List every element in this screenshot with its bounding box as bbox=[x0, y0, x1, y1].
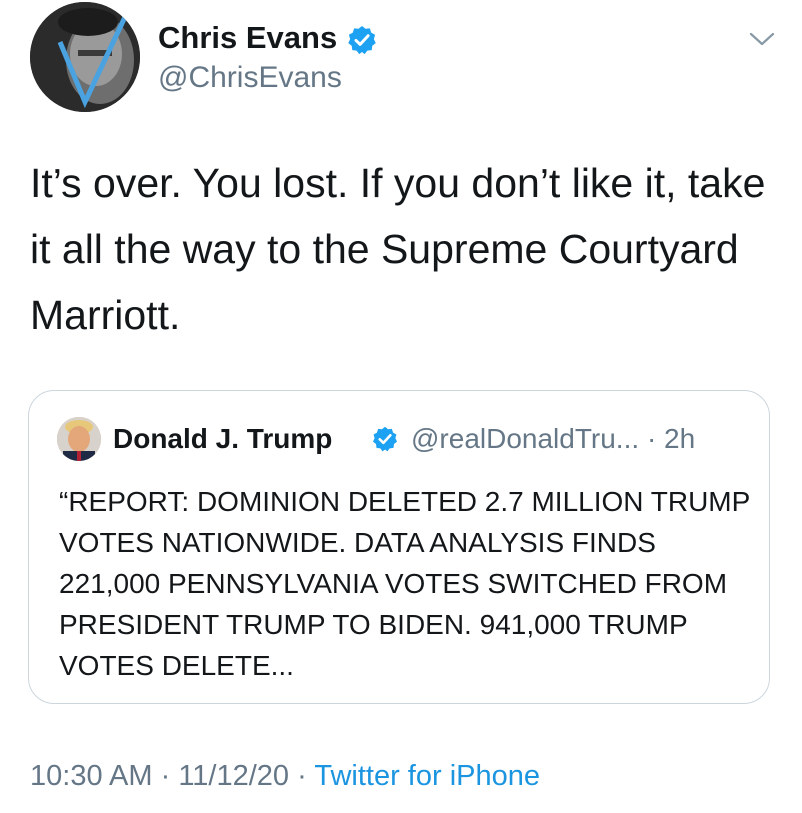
tweet-text: It’s over. You lost. If you don’t like i… bbox=[30, 160, 766, 338]
quoted-tweet-meta: @realDonaldTru... · 2h bbox=[411, 423, 695, 455]
tweet-footer: 10:30 AM · 11/12/20 · Twitter for iPhone bbox=[30, 760, 540, 793]
quoted-author-handle[interactable]: @realDonaldTru... bbox=[411, 423, 639, 454]
tweet-source-link[interactable]: Twitter for iPhone bbox=[314, 760, 540, 792]
author-handle[interactable]: @ChrisEvans bbox=[158, 61, 342, 95]
quoted-tweet-time[interactable]: 2h bbox=[664, 423, 695, 454]
profile-photo bbox=[57, 417, 101, 461]
tweet-time[interactable]: 10:30 AM bbox=[30, 760, 153, 792]
footer-separator: · bbox=[297, 760, 307, 792]
verified-badge-icon bbox=[348, 26, 376, 55]
verified-badge-icon bbox=[372, 426, 398, 452]
quoted-tweet-text: “REPORT: DOMINION DELETED 2.7 MILLION TR… bbox=[59, 486, 750, 681]
tweet-date[interactable]: 11/12/20 bbox=[178, 760, 289, 792]
profile-photo bbox=[30, 2, 140, 112]
author-avatar[interactable] bbox=[30, 2, 140, 112]
author-name[interactable]: Chris Evans bbox=[158, 20, 337, 56]
meta-separator: · bbox=[646, 423, 657, 454]
chevron-down-icon[interactable] bbox=[748, 28, 776, 50]
footer-separator: · bbox=[160, 760, 171, 792]
quoted-author-name[interactable]: Donald J. Trump bbox=[113, 423, 332, 455]
quoted-tweet-card[interactable]: Donald J. Trump @realDonaldTru... · 2h “… bbox=[28, 390, 770, 704]
quoted-author-avatar bbox=[57, 417, 101, 461]
